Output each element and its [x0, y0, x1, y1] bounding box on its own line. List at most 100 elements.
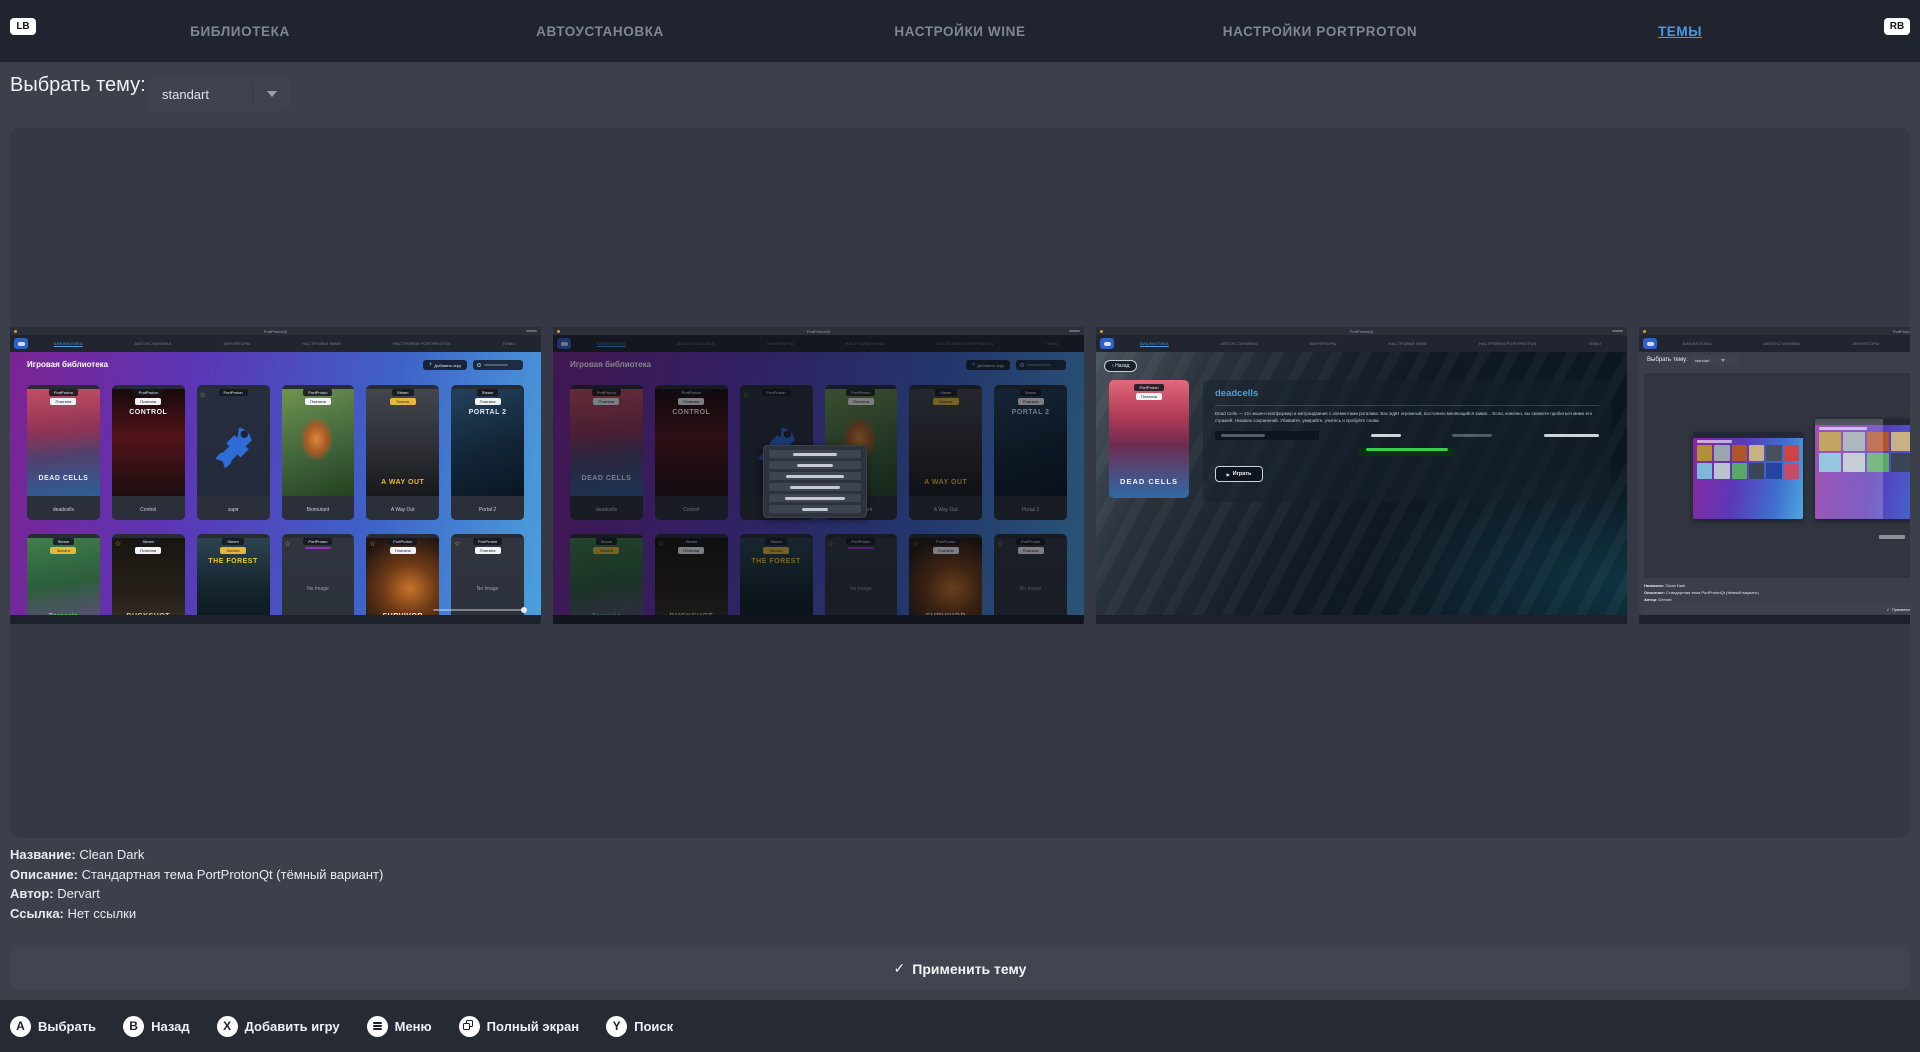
mini-navbar: БИБЛИОТЕКААВТОУСТАНОВКАЭМУЛЯТОРЫНАСТРОЙК… — [10, 335, 541, 352]
mini-rating-badge: Платина — [305, 398, 331, 405]
mini-gamepad-support-badge — [1359, 448, 1455, 456]
mini-rating-badge: Платина — [50, 398, 76, 405]
theme-select-label: Выбрать тему: — [10, 74, 146, 97]
gamepad-x-icon: X — [217, 1016, 238, 1037]
theme-description-row: Описание: Стандартная тема PortProtonQt … — [10, 865, 383, 885]
search-placeholder-bar — [484, 364, 508, 366]
mini-titlebar: PortProtonQt — [1639, 327, 1910, 335]
mini-cover-tile — [1784, 463, 1799, 479]
theme-screenshot-themes-page[interactable]: PortProtonQt БИБЛИОТЕКААВТОУСТАНОВКАЭМУЛ… — [1639, 327, 1910, 624]
mini-cover-title: THE FOREST — [197, 558, 270, 565]
mini-menu-item — [769, 461, 861, 469]
mini-menu-item — [769, 450, 861, 458]
theme-select-value: standart — [162, 87, 252, 102]
hint-fullscreen: Полный экран — [459, 1016, 580, 1037]
mini-cover-tile — [1819, 432, 1841, 451]
mini-platform-badge: PortProton — [303, 389, 332, 396]
mini-platform-badge: Steam — [477, 389, 499, 396]
mini-window-title: PortProtonQt — [553, 329, 1084, 334]
star-icon: ☆ — [285, 540, 291, 548]
mini-titlebar: PortProtonQt — [553, 327, 1084, 335]
gamepad-rb-badge[interactable]: RB — [1884, 18, 1910, 35]
mini-game-card: SteamЗолотоA WAY OUTA Way Out — [366, 385, 439, 520]
mini-cover-tile — [1843, 453, 1865, 472]
theme-screenshot-context-menu[interactable]: PortProtonQt БИБЛИОТЕКААВТОУСТАНОВКАЭМУЛ… — [553, 327, 1084, 624]
mini-platform-badge: Steam — [137, 538, 159, 545]
mini-rating-badge: Платина — [1136, 393, 1162, 400]
mini-statusbar — [10, 615, 541, 624]
mini-apply-button: ✓Применить тему — [1644, 605, 1910, 614]
star-icon: ☆ — [454, 540, 460, 548]
theme-info-block: Название: Clean Dark Описание: Стандартн… — [10, 845, 383, 923]
mini-cover-tile — [1749, 445, 1764, 461]
mini-game-card: SteamЗолотоTerrariaTerraria — [27, 534, 100, 624]
mini-tab: НАСТРОЙКИ PORTPROTON — [1479, 341, 1537, 346]
tab-library[interactable]: БИБЛИОТЕКА — [60, 0, 420, 62]
theme-select-dropdown[interactable]: standart — [148, 77, 290, 111]
mini-game-card: ☆PortProtonПлатинаSURVIVORSurvivor — [366, 534, 439, 624]
mini-nav-tabs: БИБЛИОТЕКААВТОУСТАНОВКАЭМУЛЯТОРЫНАСТРОЙК… — [28, 341, 541, 346]
mini-rating-badge: Золото — [220, 547, 246, 554]
mini-game-grid: PortProtonПлатинаDEAD CELLSdeadcellsPort… — [27, 385, 524, 624]
mini-themes-body: Выбрать тему: standart Название: Clean D… — [1639, 352, 1910, 624]
no-image-label: No Image — [451, 586, 524, 592]
tab-wine-settings[interactable]: НАСТРОЙКИ WINE — [780, 0, 1140, 62]
fullscreen-icon — [459, 1016, 480, 1037]
mini-game-card: ☆PortProtonзаря — [197, 385, 270, 520]
mini-cover-tile — [1732, 445, 1747, 461]
gamepad-hints-bar: A Выбрать B Назад X Добавить игру Меню П… — [0, 1000, 1920, 1052]
mini-rating-badge: Платина — [135, 547, 161, 554]
theme-screenshot-game-details[interactable]: PortProtonQt БИБЛИОТЕКААВТОУСТАНОВКАЭМУЛ… — [1096, 327, 1627, 624]
mini-cover-tile — [1749, 463, 1764, 479]
tab-portproton-settings[interactable]: НАСТРОЙКИ PORTPROTON — [1140, 0, 1500, 62]
mini-platform-badge: PortProton — [303, 538, 332, 545]
gamepad-a-icon: A — [10, 1016, 31, 1037]
nav-tabs: БИБЛИОТЕКА АВТОУСТАНОВКА НАСТРОЙКИ WINE … — [60, 0, 1860, 62]
mini-tab: АВТОУСТАНОВКА — [1763, 341, 1800, 346]
hint-search: Y Поиск — [606, 1016, 673, 1037]
mini-context-menu — [763, 445, 867, 518]
mini-preview-shot-large — [1815, 419, 1910, 519]
theme-screenshot-library[interactable]: PortProtonQt БИБЛИОТЕКААВТОУСТАНОВКАЭМУЛ… — [10, 327, 541, 624]
theme-preview-carousel: PortProtonQt БИБЛИОТЕКААВТОУСТАНОВКАЭМУЛ… — [10, 128, 1910, 838]
mini-cover-title: CONTROL — [112, 409, 185, 416]
mini-menu-item — [769, 505, 861, 513]
mini-platform-badge: Steam — [392, 389, 414, 396]
rocket-icon — [209, 423, 257, 471]
mini-cover-tile — [1784, 445, 1799, 461]
mini-game-card: ☆SteamПлатинаBUCKSHOTBuckshot — [112, 534, 185, 624]
mini-preview-container — [1644, 373, 1910, 578]
tab-themes[interactable]: ТЕМЫ — [1500, 0, 1860, 62]
top-navbar: LB БИБЛИОТЕКА АВТОУСТАНОВКА НАСТРОЙКИ WI… — [0, 0, 1920, 62]
hint-back: B Назад — [123, 1016, 190, 1037]
mini-window-title: PortProtonQt — [1096, 329, 1627, 334]
mini-rating-badge: Платина — [390, 547, 416, 554]
mini-window-controls — [526, 330, 537, 332]
mini-search-field — [473, 360, 523, 370]
mini-cover-tile — [1867, 453, 1889, 472]
gamepad-lb-badge[interactable]: LB — [10, 18, 36, 35]
mini-tab: ТЕМЫ — [502, 341, 515, 346]
play-icon: ▶ — [1227, 472, 1230, 477]
mini-cover-title: A WAY OUT — [366, 479, 439, 486]
mini-nav-tabs: БИБЛИОТЕКААВТОУСТАНОВКАЭМУЛЯТОРЫНАСТРОЙК… — [1114, 341, 1627, 346]
mini-cover-tile — [1891, 432, 1910, 451]
mini-cover-tile — [1867, 432, 1889, 451]
mini-theme-select-label: Выбрать тему: — [1647, 357, 1688, 363]
mini-rating-badge: Платина — [475, 547, 501, 554]
mini-platform-badge: PortProton — [219, 389, 248, 396]
mini-scrollbar — [433, 609, 525, 611]
mini-rating-badge: Золото — [390, 398, 416, 405]
mini-theme-select-dropdown: standart — [1691, 355, 1739, 365]
mini-cover-title: DEAD CELLS — [1109, 477, 1189, 486]
apply-theme-button[interactable]: ✓ Применить тему — [10, 947, 1910, 990]
mini-cover-tile — [1714, 463, 1729, 479]
mini-tab: АВТОУСТАНОВКА — [1220, 341, 1257, 346]
search-icon — [477, 363, 481, 367]
tab-autoinstall[interactable]: АВТОУСТАНОВКА — [420, 0, 780, 62]
mini-tab: БИБЛИОТЕКА — [54, 341, 83, 346]
mini-cover-tile — [1714, 445, 1729, 461]
gamepad-b-icon: B — [123, 1016, 144, 1037]
mini-game-card: PortProtonПлатинаCONTROLControl — [112, 385, 185, 520]
mini-platform-badge: Steam — [53, 538, 75, 545]
